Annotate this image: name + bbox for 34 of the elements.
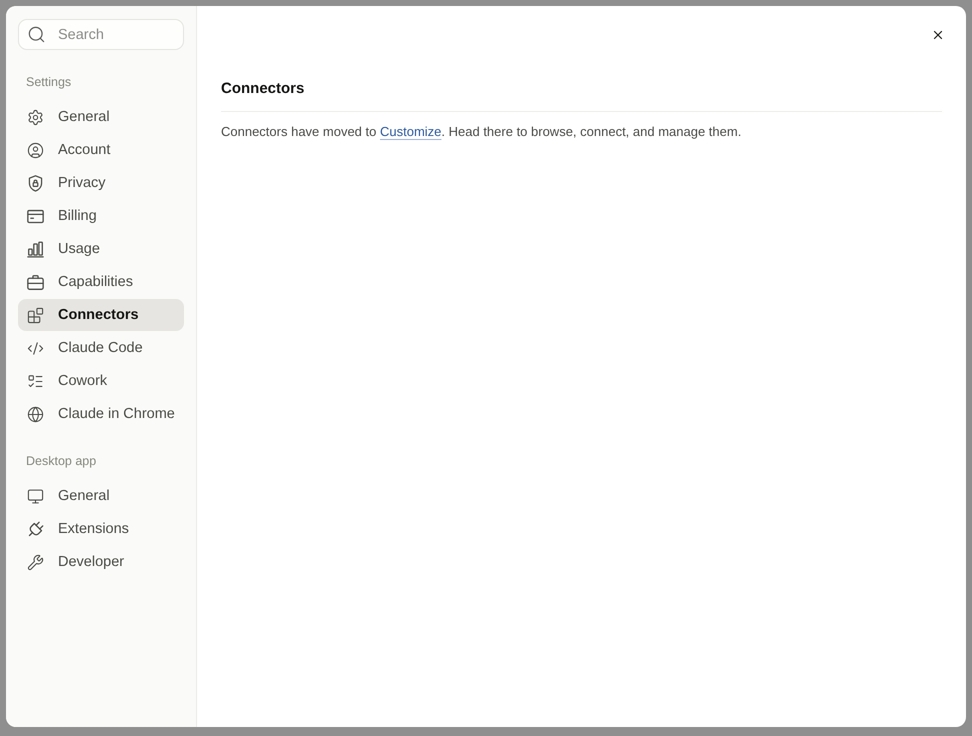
section-heading: Settings <box>25 74 72 90</box>
search-field[interactable]: Search <box>18 19 184 50</box>
sidebar-item[interactable]: Connectors <box>18 299 184 331</box>
sidebar-item[interactable]: Extensions <box>18 513 184 545</box>
checklist-icon <box>27 372 44 390</box>
blocks-icon <box>27 306 44 324</box>
page-title: Connectors <box>221 79 306 99</box>
plug-icon <box>27 520 44 538</box>
info-message: Connectors have moved to Customize. Head there to browse, connect, and manage them. <box>221 123 742 141</box>
sidebar-item[interactable]: Billing <box>18 200 184 232</box>
sidebar-item[interactable]: Privacy <box>18 167 184 199</box>
close-icon <box>931 28 945 42</box>
credit-card-icon <box>27 208 44 224</box>
sidebar-item[interactable]: Usage <box>18 233 184 265</box>
customize-link[interactable]: Customize <box>380 124 442 139</box>
sidebar-item[interactable]: Developer <box>18 546 184 578</box>
user-circle-icon <box>27 142 44 158</box>
sidebar-item[interactable]: Account <box>18 134 184 166</box>
code-icon <box>27 340 44 356</box>
sidebar-item[interactable]: Claude Code <box>18 332 184 364</box>
sidebar-item[interactable]: General <box>18 101 184 133</box>
monitor-icon <box>27 488 44 504</box>
bar-chart-icon <box>27 240 44 258</box>
globe-icon <box>27 406 44 422</box>
sidebar-item[interactable]: Cowork <box>18 365 184 397</box>
section-heading: Desktop app <box>25 453 98 469</box>
gear-icon <box>27 108 44 126</box>
sidebar-item[interactable]: General <box>18 480 184 512</box>
search-icon <box>27 25 46 44</box>
briefcase-icon <box>27 274 44 290</box>
wrench-icon <box>27 554 44 570</box>
sidebar-item[interactable]: Capabilities <box>18 266 184 298</box>
sidebar-item[interactable]: Claude in Chrome <box>18 398 184 430</box>
shield-lock-icon <box>27 174 44 192</box>
